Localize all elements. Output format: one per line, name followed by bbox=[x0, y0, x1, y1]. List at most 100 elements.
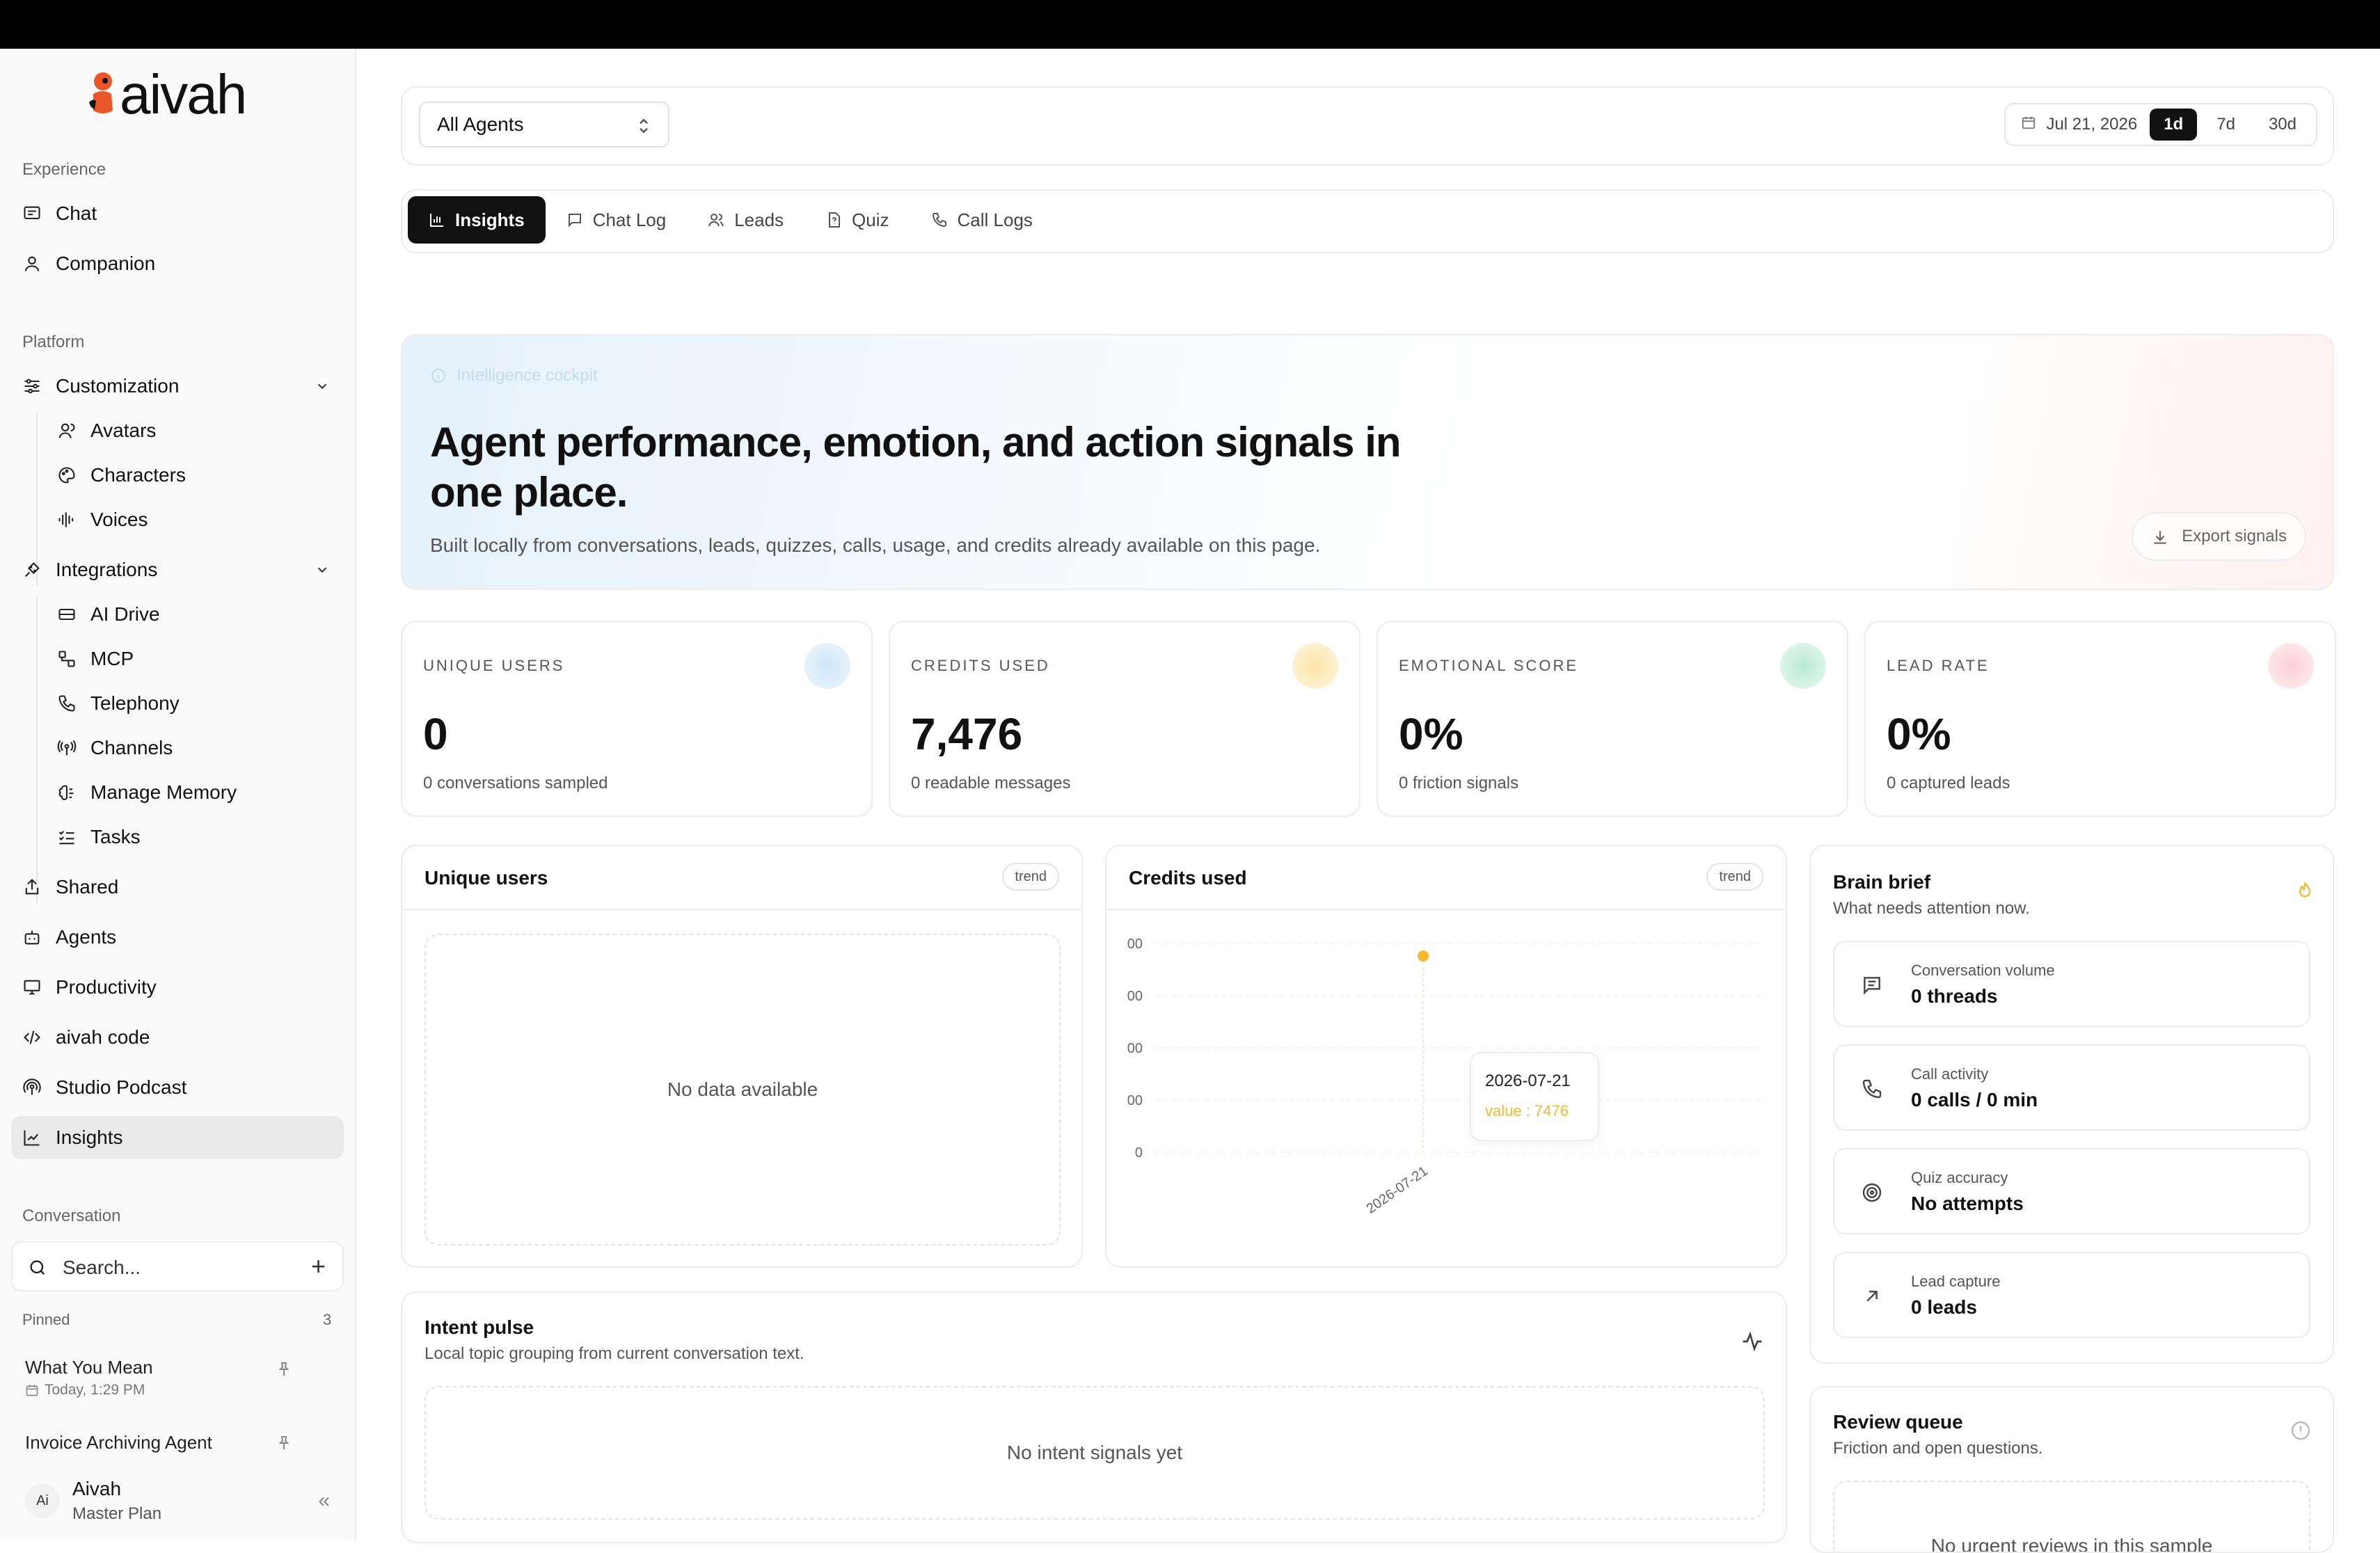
nav-voices[interactable]: Voices bbox=[11, 498, 344, 541]
mascot-icon bbox=[89, 72, 113, 113]
kpi-value: 0% bbox=[1399, 709, 1463, 759]
y-tick-label: 00 bbox=[1127, 989, 1143, 1004]
nav-shared[interactable]: Shared bbox=[11, 866, 344, 909]
nav-characters-label: Characters bbox=[90, 464, 186, 486]
kpi-title: UNIQUE USERS bbox=[423, 657, 565, 674]
tab-call-logs[interactable]: Call Logs bbox=[910, 196, 1054, 244]
y-tick-label: 00 bbox=[1127, 1041, 1143, 1056]
share-icon bbox=[25, 879, 39, 895]
range-30d[interactable]: 30d bbox=[2255, 109, 2310, 141]
y-tick-label: 0 bbox=[1135, 1145, 1143, 1161]
kpi-subtext: 0 friction signals bbox=[1399, 774, 1519, 793]
brain-brief-panel: Brain brief What needs attention now. Co… bbox=[1809, 845, 2334, 1364]
nav-aivah-code[interactable]: aivah code bbox=[11, 1016, 344, 1059]
nav-shared-label: Shared bbox=[56, 876, 119, 898]
nav-companion[interactable]: Companion bbox=[11, 242, 344, 285]
nav-insights[interactable]: Insights bbox=[11, 1116, 344, 1159]
tab-insights[interactable]: Insights bbox=[408, 196, 546, 244]
empty-state: No intent signals yet bbox=[425, 1386, 1765, 1520]
brief-item-label: Conversation volume bbox=[1911, 962, 2055, 979]
tab-leads[interactable]: Leads bbox=[687, 196, 804, 244]
calendar-icon bbox=[2022, 116, 2036, 129]
pinned-count: 3 bbox=[323, 1311, 332, 1328]
export-signals-button[interactable]: Export signals bbox=[2132, 512, 2306, 561]
empty-state: No urgent reviews in this sample bbox=[1833, 1481, 2310, 1552]
nav-channels[interactable]: Channels bbox=[11, 726, 344, 770]
panel-title: Review queue bbox=[1833, 1411, 1963, 1433]
nav-manage-memory[interactable]: Manage Memory bbox=[11, 771, 344, 814]
nav-manage-memory-label: Manage Memory bbox=[90, 781, 237, 803]
agent-select[interactable]: All Agents bbox=[419, 102, 669, 148]
nav-ai-drive-label: AI Drive bbox=[90, 603, 160, 625]
kpi-title: CREDITS USED bbox=[911, 657, 1050, 674]
range-7d[interactable]: 7d bbox=[2203, 109, 2249, 141]
nav-productivity-label: Productivity bbox=[56, 976, 157, 998]
bot-icon bbox=[24, 930, 40, 945]
range-1d[interactable]: 1d bbox=[2150, 109, 2198, 141]
nav-avatars[interactable]: Avatars bbox=[11, 409, 344, 452]
hero-chip-label: Intelligence cockpit bbox=[457, 366, 598, 385]
nav-characters[interactable]: Characters bbox=[11, 454, 344, 497]
tab-leads-label: Leads bbox=[734, 209, 784, 230]
empty-state: No data available bbox=[425, 934, 1061, 1245]
panel-subtitle: Local topic grouping from current conver… bbox=[425, 1344, 804, 1363]
nav-productivity[interactable]: Productivity bbox=[11, 966, 344, 1009]
calendar-icon bbox=[26, 1385, 38, 1396]
nav-integrations[interactable]: Integrations bbox=[11, 548, 344, 591]
nav-aivah-code-label: aivah code bbox=[56, 1026, 150, 1048]
hero-chip: Intelligence cockpit bbox=[430, 366, 598, 385]
nav-integrations-label: Integrations bbox=[56, 559, 158, 580]
plug-icon bbox=[24, 562, 40, 578]
tab-insights-label: Insights bbox=[455, 209, 525, 230]
panel-title: Credits used bbox=[1129, 867, 1247, 889]
nav-studio-podcast[interactable]: Studio Podcast bbox=[11, 1066, 344, 1109]
tab-quiz-label: Quiz bbox=[852, 209, 889, 230]
tab-chat-log[interactable]: Chat Log bbox=[546, 196, 688, 244]
nav-chat[interactable]: Chat bbox=[11, 192, 344, 235]
nav-telephony[interactable]: Telephony bbox=[11, 682, 344, 725]
pinned-item-title[interactable]: What You Mean bbox=[25, 1357, 153, 1378]
tab-quiz[interactable]: Quiz bbox=[804, 196, 910, 244]
kpi-accent-icon bbox=[1292, 643, 1338, 689]
pin-icon[interactable] bbox=[276, 1361, 292, 1378]
nav-customization[interactable]: Customization bbox=[11, 365, 344, 408]
trend-badge: trend bbox=[1706, 863, 1763, 891]
nav-studio-podcast-label: Studio Podcast bbox=[56, 1076, 187, 1098]
user-profile[interactable]: Ai Aivah Master Plan « bbox=[11, 1468, 344, 1531]
date-range-picker: Jul 21, 2026 1d 7d 30d bbox=[2004, 103, 2317, 146]
file-question-icon bbox=[829, 212, 841, 228]
date-button[interactable]: Jul 21, 2026 bbox=[2006, 115, 2150, 134]
hero-banner: Intelligence cockpit Agent performance, … bbox=[401, 334, 2334, 590]
nav-ai-drive[interactable]: AI Drive bbox=[11, 593, 344, 636]
avatar-icon bbox=[58, 423, 75, 438]
search-icon bbox=[30, 1260, 45, 1275]
divider bbox=[1106, 909, 1786, 910]
nav-tasks[interactable]: Tasks bbox=[11, 815, 344, 859]
palette-icon bbox=[58, 467, 75, 484]
new-conversation-button[interactable]: + bbox=[311, 1254, 326, 1279]
panel-title: Intent pulse bbox=[425, 1316, 534, 1338]
phone-icon bbox=[1862, 1079, 1882, 1099]
nav-tasks-label: Tasks bbox=[90, 826, 141, 847]
activity-icon bbox=[1743, 1331, 1762, 1352]
message-square-icon bbox=[568, 214, 581, 228]
brand-logo[interactable]: aivah bbox=[86, 67, 247, 122]
tab-chat-log-label: Chat Log bbox=[592, 209, 667, 230]
monitor-icon bbox=[24, 980, 40, 995]
nav-mcp[interactable]: MCP bbox=[11, 637, 344, 680]
brief-item-value: 0 leads bbox=[1911, 1296, 1977, 1318]
nav-agents[interactable]: Agents bbox=[11, 916, 344, 959]
data-point[interactable] bbox=[1418, 950, 1429, 962]
nav-agents-label: Agents bbox=[56, 926, 117, 948]
pinned-item-title[interactable]: Invoice Archiving Agent bbox=[25, 1432, 212, 1454]
nav-companion-label: Companion bbox=[56, 253, 156, 274]
collapse-sidebar-icon[interactable]: « bbox=[318, 1489, 330, 1513]
conversation-search[interactable]: Search... + bbox=[11, 1241, 344, 1291]
kpi-card-emotional-score: EMOTIONAL SCORE 0% 0 friction signals bbox=[1377, 621, 1848, 817]
x-tick-label: 2026-07-21 bbox=[1363, 1163, 1430, 1217]
pin-icon[interactable] bbox=[276, 1435, 292, 1451]
kpi-card-lead-rate: LEAD RATE 0% 0 captured leads bbox=[1864, 621, 2336, 817]
search-input[interactable]: Search... bbox=[63, 1257, 141, 1279]
chart-line-icon bbox=[24, 1130, 40, 1146]
kpi-subtext: 0 captured leads bbox=[1887, 774, 2010, 793]
